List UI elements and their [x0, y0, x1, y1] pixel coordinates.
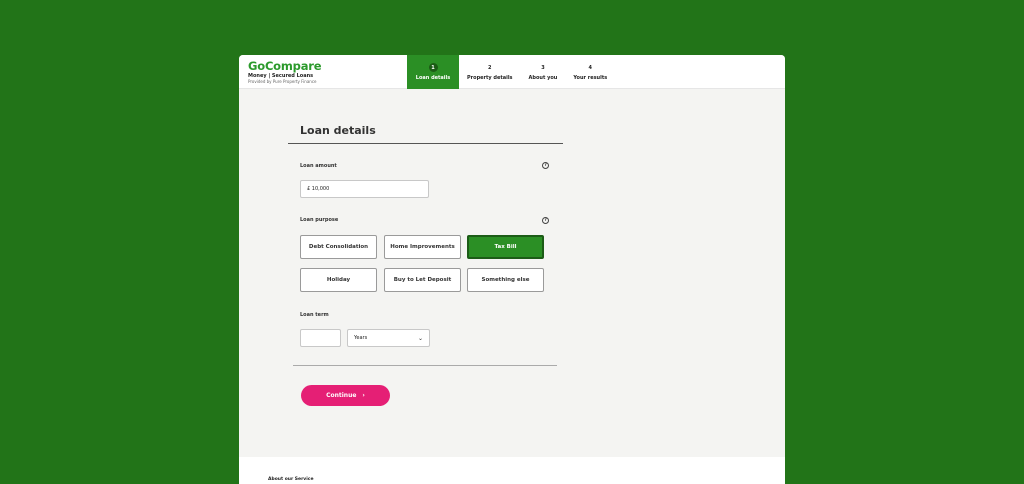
brand-provider: Provided by Pure Property Finance: [248, 79, 317, 84]
loan-term-label: Loan term: [300, 312, 329, 318]
loan-amount-input[interactable]: £ 10,000: [300, 180, 429, 198]
continue-button[interactable]: Continue ›: [301, 385, 390, 406]
footer: About our Service: [239, 457, 785, 484]
purpose-option-something-else[interactable]: Something else: [467, 268, 544, 292]
section-divider: [293, 365, 557, 366]
loan-term-unit-select[interactable]: Years ⌄: [347, 329, 430, 347]
loan-term-input[interactable]: [300, 329, 341, 347]
title-divider: [288, 143, 563, 144]
chevron-down-icon: ⌄: [417, 334, 423, 342]
continue-label: Continue: [326, 392, 357, 399]
progress-steps: 1 Loan details 2 Property details 3 Abou…: [407, 55, 615, 89]
step-number: 4: [588, 64, 593, 71]
help-icon[interactable]: ?: [542, 162, 549, 169]
chevron-right-icon: ›: [362, 392, 365, 399]
about-our-service-link[interactable]: About our Service: [268, 477, 314, 482]
step-about-you[interactable]: 3 About you: [521, 55, 566, 89]
select-value: Years: [354, 335, 368, 341]
loan-purpose-label: Loan purpose: [300, 217, 339, 223]
purpose-option-debt-consolidation[interactable]: Debt Consolidation: [300, 235, 377, 259]
step-number: 3: [541, 64, 545, 71]
step-label: Your results: [573, 75, 608, 81]
step-label: About you: [528, 75, 558, 81]
step-number: 2: [488, 64, 492, 71]
page-title: Loan details: [300, 124, 376, 137]
help-icon[interactable]: ?: [542, 217, 549, 224]
header: GoCompare Money | Secured Loans Provided…: [239, 55, 785, 89]
brand: GoCompare Money | Secured Loans Provided…: [248, 60, 322, 84]
step-loan-details[interactable]: 1 Loan details: [407, 55, 459, 89]
loan-form-window: GoCompare Money | Secured Loans Provided…: [239, 55, 785, 484]
gocompare-logo[interactable]: GoCompare: [248, 60, 322, 72]
purpose-option-tax-bill[interactable]: Tax Bill: [467, 235, 544, 259]
step-property-details[interactable]: 2 Property details: [459, 55, 521, 89]
purpose-option-buy-to-let-deposit[interactable]: Buy to Let Deposit: [384, 268, 461, 292]
step-number: 1: [428, 63, 438, 72]
loan-amount-label: Loan amount: [300, 163, 337, 169]
step-label: Loan details: [415, 75, 451, 81]
step-your-results[interactable]: 4 Your results: [565, 55, 615, 89]
step-label: Property details: [467, 75, 513, 81]
purpose-option-holiday[interactable]: Holiday: [300, 268, 377, 292]
purpose-option-home-improvements[interactable]: Home Improvements: [384, 235, 461, 259]
